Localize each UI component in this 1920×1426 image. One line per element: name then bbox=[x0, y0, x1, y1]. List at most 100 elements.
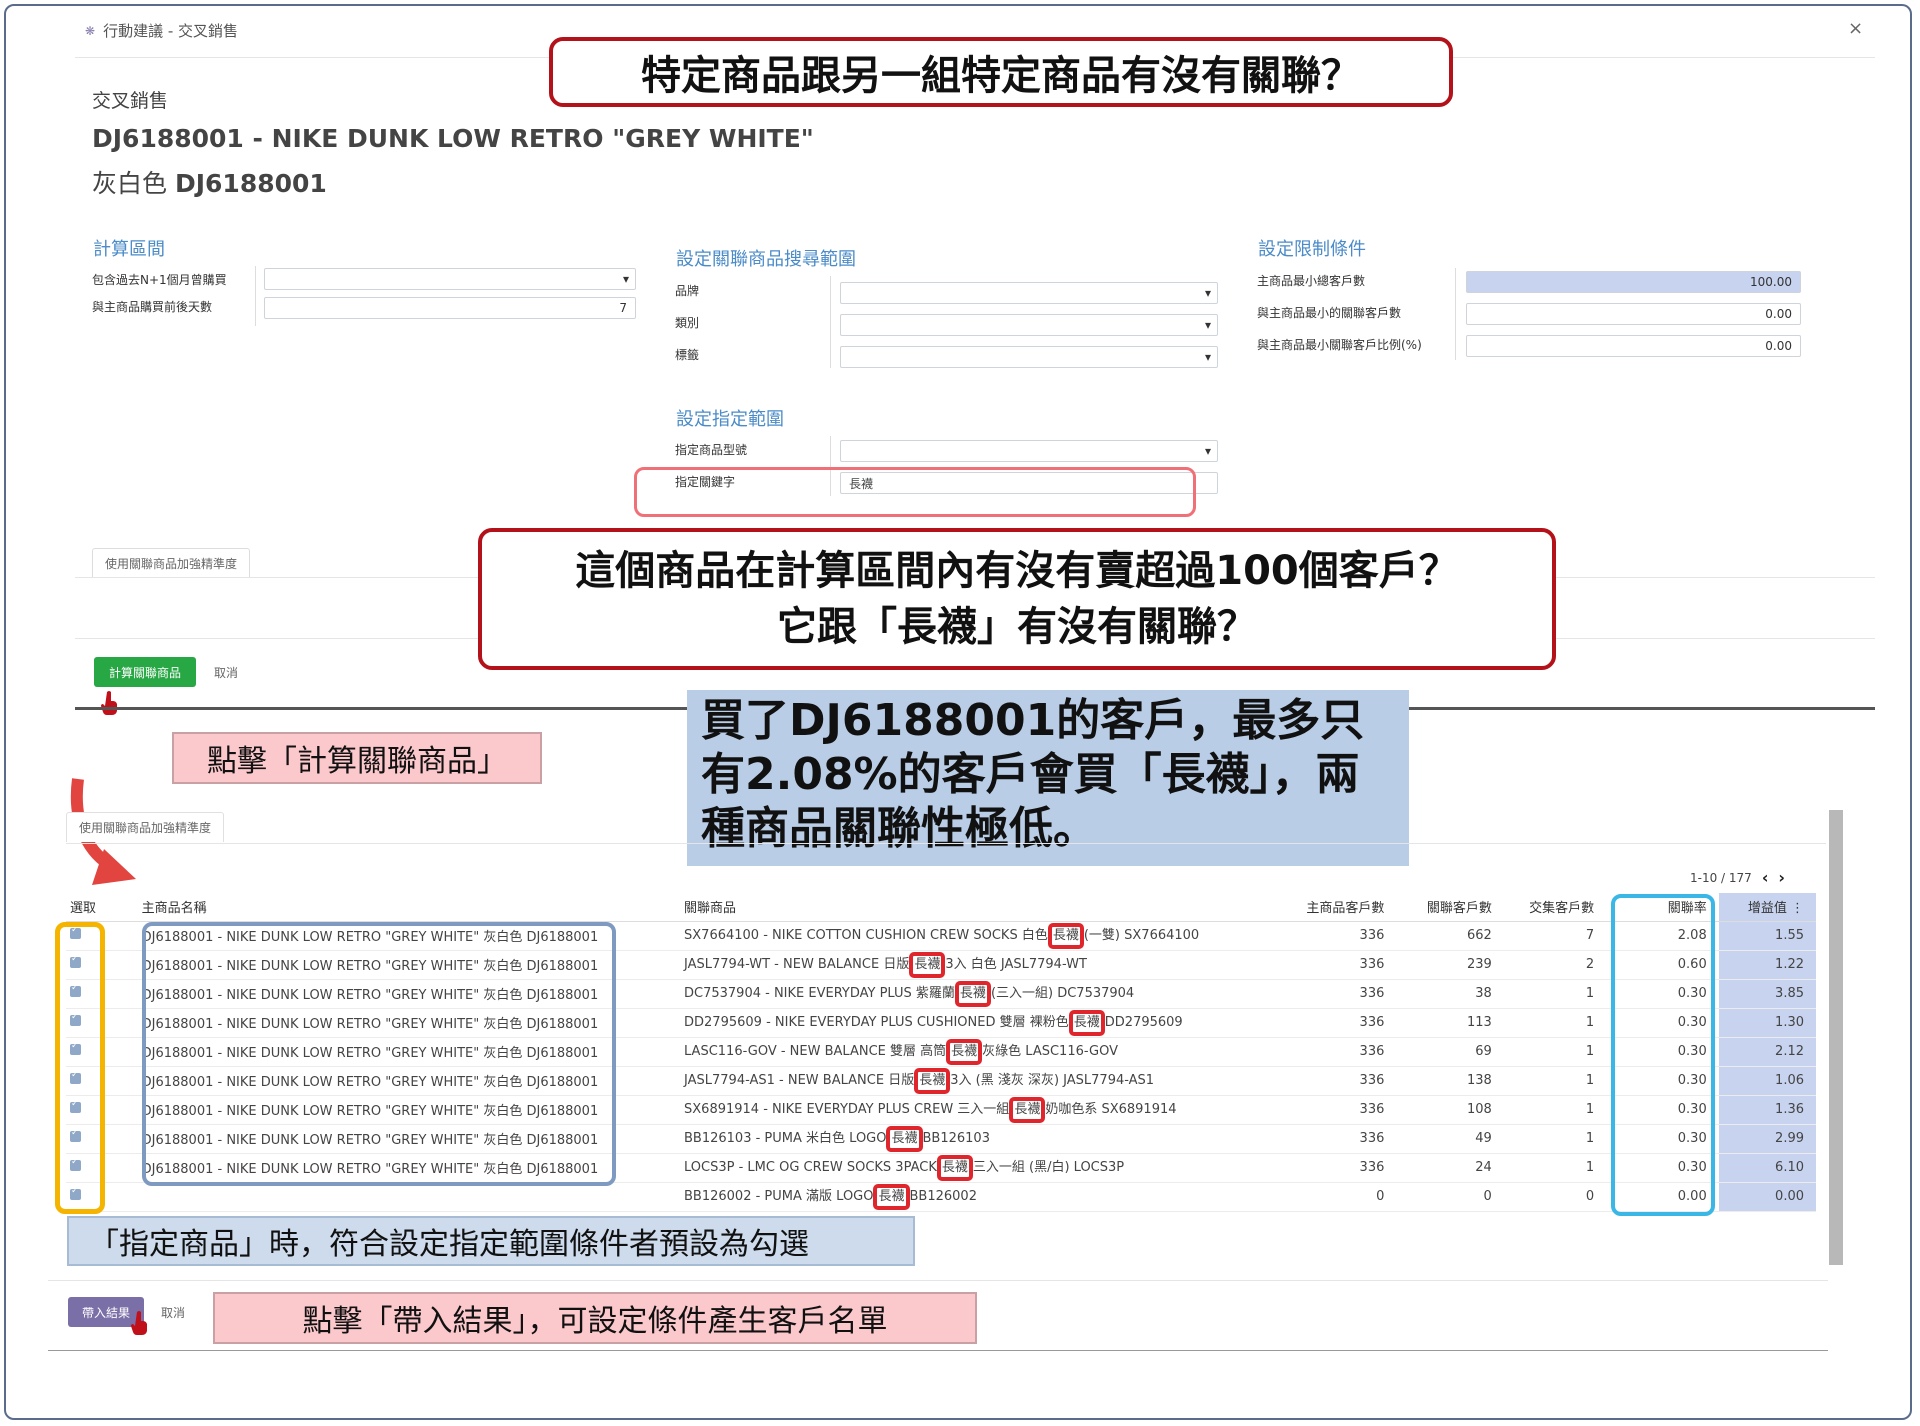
related-product-prefix: DC7537904 - NIKE EVERYDAY PLUS 紫羅蘭 bbox=[684, 985, 955, 1001]
product-code: DJ6188001 bbox=[174, 169, 327, 198]
related-product-prefix: SX6891914 - NIKE EVERYDAY PLUS CREW 三入一組 bbox=[684, 1101, 1010, 1117]
pager-next-icon[interactable]: › bbox=[1778, 868, 1785, 887]
main-product-cell bbox=[137, 1182, 681, 1212]
model-select[interactable] bbox=[840, 440, 1218, 462]
col-intersect-customers[interactable]: 交集客戶數 bbox=[1503, 893, 1607, 922]
related-product-cell: JASL7794-AS1 - NEW BALANCE 日版 長襪 3入 (黑 淺灰 … bbox=[680, 1066, 1284, 1096]
scrollbar[interactable] bbox=[1829, 810, 1843, 1265]
related-product-suffix: 3入 白色 JASL7794-WT bbox=[945, 956, 1087, 972]
middle-question-line1: 這個商品在計算區間內有沒有賣超過100個客戶？ bbox=[575, 548, 1459, 594]
intersect-customers-cell: 1 bbox=[1503, 1066, 1607, 1096]
lift-cell: 1.06 bbox=[1718, 1066, 1816, 1096]
bottom-divider bbox=[48, 1350, 1828, 1351]
related-customers-cell: 49 bbox=[1396, 1124, 1504, 1154]
form-subtitle: 交叉銷售 bbox=[92, 90, 169, 112]
related-product-prefix: BB126103 - PUMA 米白色 LOGO bbox=[684, 1130, 887, 1146]
related-product-suffix: BB126002 bbox=[909, 1188, 977, 1204]
keyword-mark: 長襪 bbox=[936, 1154, 973, 1181]
cancel-link[interactable]: 取消 bbox=[214, 664, 238, 681]
col-related-customers[interactable]: 關聯客戶數 bbox=[1396, 893, 1504, 922]
min-related-input[interactable]: 0.00 bbox=[1466, 303, 1801, 325]
category-label: 類別 bbox=[675, 316, 700, 330]
pager-text: 1-10 / 177 bbox=[1690, 870, 1752, 885]
main-customers-cell: 336 bbox=[1283, 950, 1397, 980]
related-customers-cell: 662 bbox=[1396, 921, 1504, 951]
pager: 1-10 / 177 ‹ › bbox=[1690, 868, 1785, 887]
keyword-mark: 長襪 bbox=[1009, 1096, 1046, 1123]
related-product-cell: DD2795609 - NIKE EVERYDAY PLUS CUSHIONED… bbox=[680, 1008, 1284, 1038]
col-main-product[interactable]: 主商品名稱 bbox=[137, 893, 681, 922]
model-label: 指定商品型號 bbox=[675, 443, 748, 457]
related-product-cell: SX6891914 - NIKE EVERYDAY PLUS CREW 三入一組… bbox=[680, 1095, 1284, 1125]
tab-divider-bottom bbox=[66, 843, 1826, 844]
related-product-cell: BB126103 - PUMA 米白色 LOGO 長襪 BB126103 bbox=[680, 1124, 1284, 1154]
lift-cell: 6.10 bbox=[1718, 1153, 1816, 1183]
close-icon[interactable]: × bbox=[1848, 18, 1863, 39]
related-product-prefix: SX7664100 - NIKE COTTON CUSHION CREW SOC… bbox=[684, 927, 1048, 943]
months-select[interactable] bbox=[264, 268, 636, 290]
intersect-customers-cell: 7 bbox=[1503, 921, 1607, 951]
category-select[interactable] bbox=[840, 314, 1218, 336]
pager-prev-icon[interactable]: ‹ bbox=[1762, 868, 1769, 887]
min-ratio-input[interactable]: 0.00 bbox=[1466, 335, 1801, 357]
main-customers-cell: 336 bbox=[1283, 1008, 1397, 1038]
lift-cell: 2.99 bbox=[1718, 1124, 1816, 1154]
top-question-callout: 特定商品跟另一組特定商品有沒有關聯？ bbox=[549, 37, 1453, 107]
related-customers-cell: 69 bbox=[1396, 1037, 1504, 1067]
tag-select[interactable] bbox=[840, 346, 1218, 368]
related-product-suffix: BB126103 bbox=[922, 1130, 990, 1146]
related-product-prefix: JASL7794-AS1 - NEW BALANCE 日版 bbox=[684, 1072, 915, 1088]
related-customers-cell: 138 bbox=[1396, 1066, 1504, 1096]
table-header: 選取 主商品名稱 關聯商品 主商品客戶數 關聯客戶數 交集客戶數 關聯率 增益值… bbox=[66, 893, 1816, 922]
tag-label: 標籤 bbox=[675, 348, 700, 362]
limits-divider bbox=[1455, 268, 1456, 360]
col-select[interactable]: 選取 bbox=[66, 893, 138, 922]
middle-question-line2: 它跟「長襪」有沒有關聯？ bbox=[777, 604, 1257, 650]
min-ratio-label: 與主商品最小關聯客戶比例(%) bbox=[1257, 338, 1422, 352]
product-title: DJ6188001 - NIKE DUNK LOW RETRO "GREY WH… bbox=[92, 124, 814, 153]
related-customers-cell: 113 bbox=[1396, 1008, 1504, 1038]
col-lift[interactable]: 增益值 ⋮ bbox=[1718, 893, 1816, 922]
keyword-mark: 長襪 bbox=[909, 951, 946, 978]
search-range-divider bbox=[830, 276, 831, 368]
col-related-product[interactable]: 關聯商品 bbox=[680, 893, 1284, 922]
intersect-customers-cell: 1 bbox=[1503, 1095, 1607, 1125]
related-product-prefix: LOCS3P - LMC OG CREW SOCKS 3PACK bbox=[684, 1159, 937, 1175]
months-label: 包含過去N+1個月曾購買 bbox=[92, 273, 227, 287]
related-customers-cell: 24 bbox=[1396, 1153, 1504, 1183]
rate-column-highlight bbox=[1611, 894, 1715, 1216]
main-customers-cell: 0 bbox=[1283, 1182, 1397, 1212]
related-product-suffix: 三入一組 (黑/白) LOCS3P bbox=[972, 1159, 1125, 1175]
main-customers-cell: 336 bbox=[1283, 979, 1397, 1009]
related-customers-cell: 239 bbox=[1396, 950, 1504, 980]
lift-cell: 1.55 bbox=[1718, 921, 1816, 951]
column-menu-icon[interactable]: ⋮ bbox=[1791, 901, 1804, 916]
col-main-customers[interactable]: 主商品客戶數 bbox=[1283, 893, 1397, 922]
middle-question-callout: 這個商品在計算區間內有沒有賣超過100個客戶？ 它跟「長襪」有沒有關聯？ bbox=[478, 528, 1556, 670]
cancel-link-2[interactable]: 取消 bbox=[161, 1304, 185, 1321]
related-product-cell: SX7664100 - NIKE COTTON CUSHION CREW SOC… bbox=[680, 921, 1284, 951]
days-input[interactable]: 7 bbox=[264, 297, 636, 319]
related-product-suffix: (一雙) SX7664100 bbox=[1083, 927, 1200, 943]
table-row[interactable]: BB126002 - PUMA 滿版 LOGO長襪BB1260020000.00… bbox=[66, 1182, 1816, 1212]
related-product-suffix: DD2795609 bbox=[1104, 1014, 1183, 1030]
tab-precision-bottom[interactable]: 使用關聯商品加強精準度 bbox=[66, 812, 225, 842]
related-product-suffix: 3入 (黑 淺灰 深灰) JASL7794-AS1 bbox=[950, 1072, 1155, 1088]
related-product-cell: DC7537904 - NIKE EVERYDAY PLUS 紫羅蘭 長襪 (三入一… bbox=[680, 979, 1284, 1009]
keyword-mark: 長襪 bbox=[886, 1125, 923, 1152]
calc-range-title: 計算區間 bbox=[93, 239, 165, 260]
conclusion-note: 買了DJ6188001的客戶，最多只有2.08%的客戶會買「長襪」，兩種商品關聯… bbox=[687, 690, 1409, 866]
click-import-note: 點擊「帶入結果」，可設定條件產生客戶名單 bbox=[213, 1292, 977, 1344]
related-product-prefix: LASC116-GOV - NEW BALANCE 雙層 高筒 bbox=[684, 1043, 947, 1059]
footer-divider bbox=[48, 1280, 1828, 1281]
related-product-cell: LOCS3P - LMC OG CREW SOCKS 3PACK 長襪 三入一組 (… bbox=[680, 1153, 1284, 1183]
min-total-input[interactable]: 100.00 bbox=[1466, 271, 1801, 293]
brand-select[interactable] bbox=[840, 282, 1218, 304]
compute-button[interactable]: 計算關聯商品 bbox=[94, 657, 196, 687]
main-product-highlight bbox=[142, 922, 616, 1186]
tab-precision-top[interactable]: 使用關聯商品加強精準度 bbox=[92, 548, 251, 578]
calc-range-divider bbox=[255, 266, 256, 326]
main-customers-cell: 336 bbox=[1283, 1037, 1397, 1067]
main-customers-cell: 336 bbox=[1283, 1124, 1397, 1154]
main-customers-cell: 336 bbox=[1283, 921, 1397, 951]
